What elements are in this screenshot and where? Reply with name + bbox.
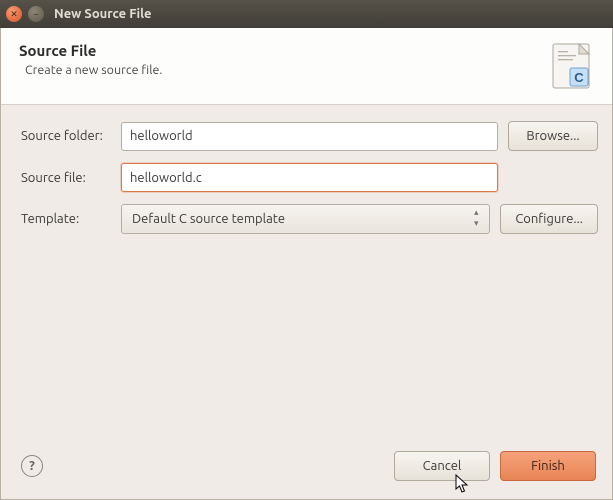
- close-icon[interactable]: ✕: [6, 6, 22, 22]
- template-value: Default C source template: [132, 212, 285, 226]
- browse-button[interactable]: Browse...: [508, 121, 598, 151]
- source-file-input[interactable]: [121, 163, 498, 192]
- window-title: New Source File: [54, 7, 152, 21]
- cancel-button[interactable]: Cancel: [394, 451, 490, 481]
- dialog-footer: ? Cancel Finish: [1, 437, 612, 499]
- dialog-header: Source File Create a new source file. C: [1, 28, 612, 105]
- template-row: Template: Default C source template ▴▾ C…: [21, 204, 598, 234]
- source-file-row: Source file:: [21, 163, 598, 192]
- dialog-window: Source File Create a new source file. C …: [0, 28, 613, 500]
- finish-button[interactable]: Finish: [500, 451, 596, 481]
- configure-button[interactable]: Configure...: [500, 204, 598, 234]
- help-icon[interactable]: ?: [21, 455, 43, 477]
- source-file-label: Source file:: [21, 171, 121, 185]
- source-folder-input[interactable]: [121, 122, 498, 151]
- minimize-icon[interactable]: –: [28, 6, 44, 22]
- template-label: Template:: [21, 212, 121, 226]
- source-folder-label: Source folder:: [21, 129, 121, 143]
- spinner-icon: ▴▾: [469, 208, 483, 228]
- header-subtitle: Create a new source file.: [25, 63, 162, 77]
- c-file-icon: C: [550, 42, 594, 92]
- titlebar: ✕ – New Source File: [0, 0, 613, 28]
- template-select[interactable]: Default C source template ▴▾: [121, 204, 490, 234]
- source-folder-row: Source folder: Browse...: [21, 121, 598, 151]
- form-area: Source folder: Browse... Source file: Te…: [1, 105, 612, 260]
- header-title: Source File: [19, 42, 162, 59]
- svg-text:C: C: [574, 70, 584, 85]
